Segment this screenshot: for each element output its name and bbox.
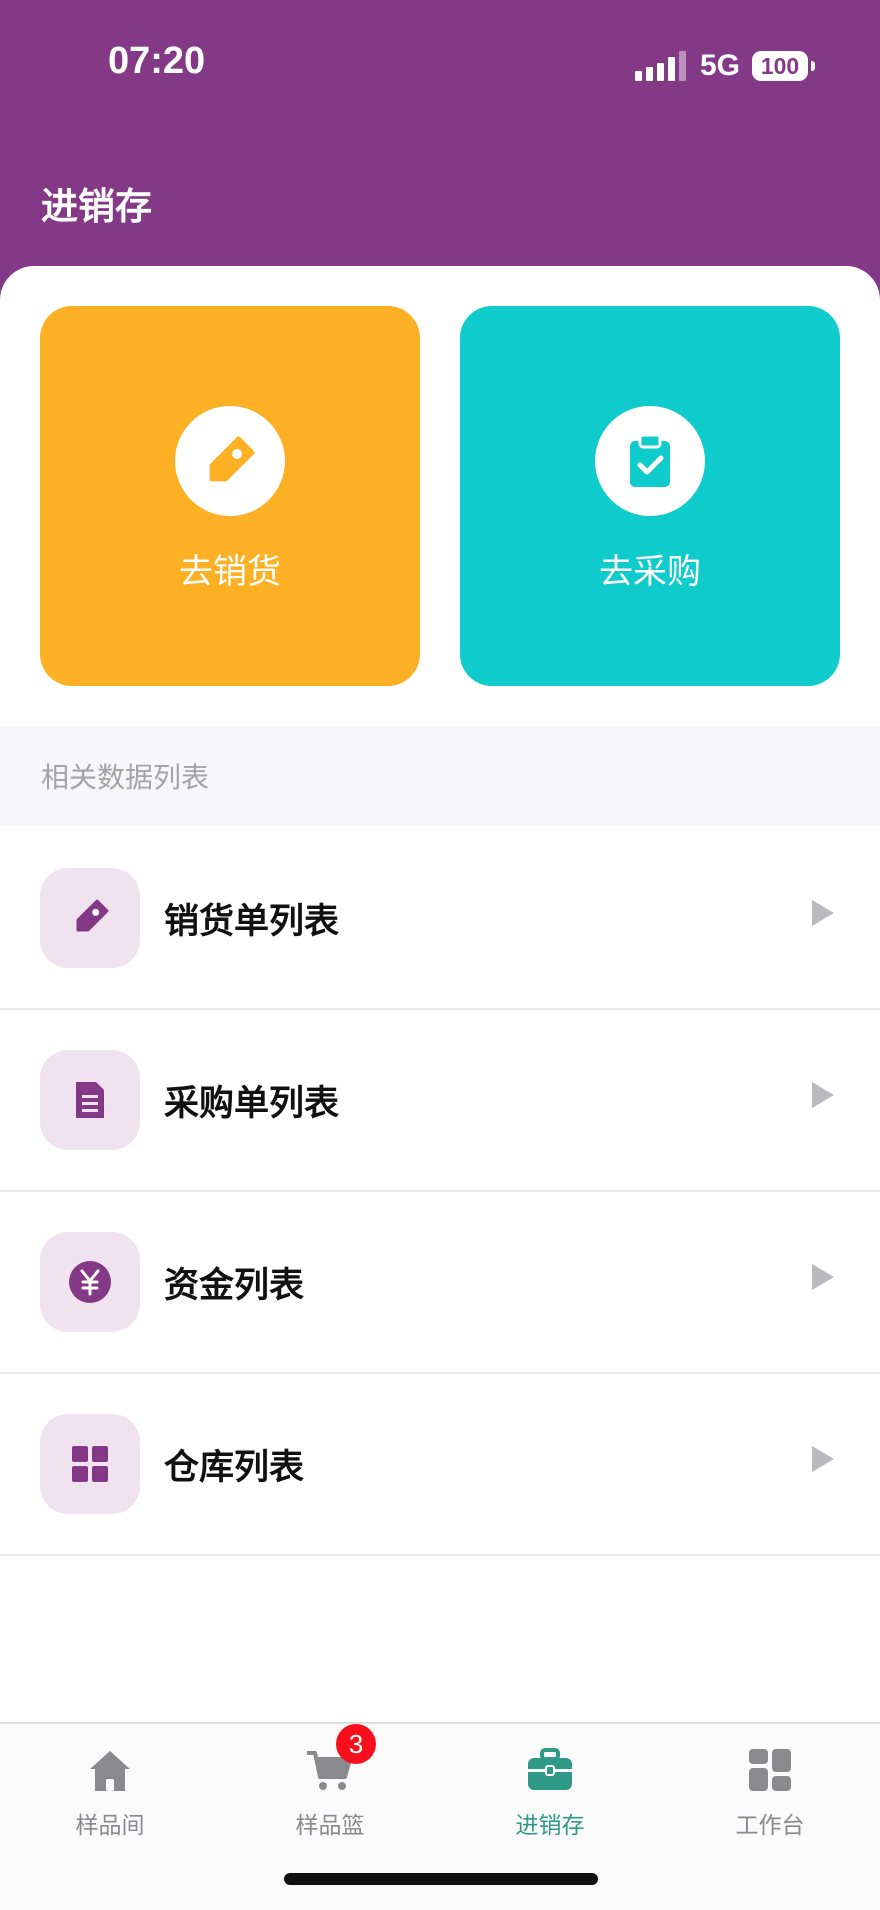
- tab-label: 样品篮: [295, 1813, 365, 1839]
- clipboard-check-icon: [595, 406, 705, 516]
- tab-inventory[interactable]: 进销存: [440, 1740, 660, 1840]
- tab-sample-basket[interactable]: 3 样品篮: [220, 1724, 440, 1840]
- battery-level: 100: [760, 52, 800, 79]
- go-sell-button[interactable]: 去销货: [40, 306, 420, 686]
- list-item-label: 采购单列表: [164, 1083, 340, 1124]
- page-title: 进销存: [41, 185, 152, 228]
- home-indicator: [284, 1873, 598, 1885]
- tag-icon: [175, 406, 285, 516]
- status-time: 07:20: [108, 40, 206, 82]
- network-type: 5G: [699, 49, 740, 82]
- yen-icon: [40, 1232, 140, 1332]
- battery-icon: 100: [752, 51, 815, 81]
- arrow-right-icon: [812, 1264, 834, 1290]
- tab-workbench[interactable]: 工作台: [660, 1740, 880, 1840]
- cart-badge: 3: [336, 1724, 376, 1764]
- section-title: 相关数据列表: [41, 761, 210, 794]
- list-item-purchase-orders[interactable]: 采购单列表: [0, 1010, 880, 1192]
- header: 07:20 5G 100 进销存: [0, 0, 880, 300]
- go-purchase-label: 去采购: [599, 552, 701, 592]
- tab-label: 进销存: [515, 1813, 585, 1839]
- arrow-right-icon: [812, 1082, 834, 1108]
- tag-icon: [40, 868, 140, 968]
- go-purchase-button[interactable]: 去采购: [460, 306, 840, 686]
- go-sell-label: 去销货: [179, 552, 281, 592]
- list-item-label: 销货单列表: [164, 901, 340, 942]
- home-icon: [80, 1740, 140, 1800]
- list-item-warehouses[interactable]: 仓库列表: [0, 1374, 880, 1556]
- signal-icon: [634, 51, 686, 81]
- document-icon: [40, 1050, 140, 1150]
- grid-icon: [40, 1414, 140, 1514]
- list-item-label: 资金列表: [164, 1265, 305, 1306]
- main-content: 去销货 去采购 相关数据列表 销货单列表 采购单列表 资金列表 仓库列表: [0, 266, 880, 1722]
- list-item-label: 仓库列表: [164, 1447, 305, 1488]
- list-item-funds[interactable]: 资金列表: [0, 1192, 880, 1374]
- arrow-right-icon: [812, 900, 834, 926]
- arrow-right-icon: [812, 1446, 834, 1472]
- cart-icon: 3: [300, 1724, 376, 1800]
- status-indicators: 5G 100: [634, 46, 815, 86]
- tab-label: 工作台: [735, 1813, 805, 1839]
- briefcase-icon: [520, 1740, 580, 1800]
- list-item-sales-orders[interactable]: 销货单列表: [0, 828, 880, 1010]
- section-header: 相关数据列表: [0, 726, 880, 826]
- tab-label: 样品间: [75, 1813, 145, 1839]
- dashboard-icon: [740, 1740, 800, 1800]
- tab-sample-room[interactable]: 样品间: [0, 1740, 220, 1840]
